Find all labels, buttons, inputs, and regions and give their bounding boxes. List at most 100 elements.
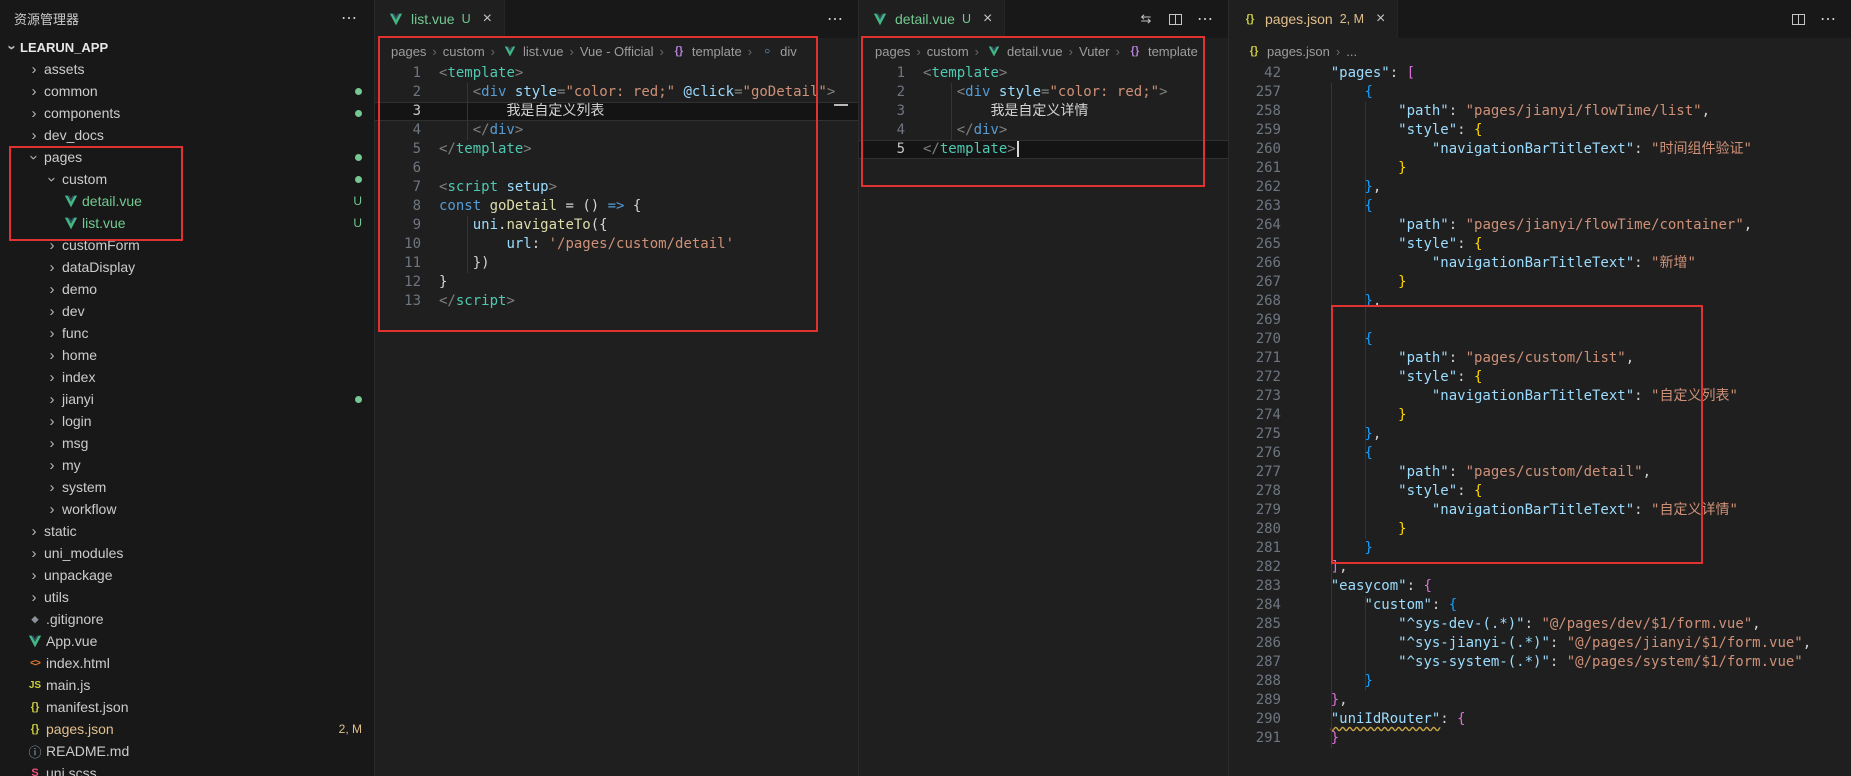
code-line-258[interactable]: 258 "path": "pages/jianyi/flowTime/list"…: [1229, 102, 1851, 121]
tree-item-manifest.json[interactable]: {}manifest.json: [0, 696, 374, 718]
code-line-264[interactable]: 264 "path": "pages/jianyi/flowTime/conta…: [1229, 216, 1851, 235]
code-line-260[interactable]: 260 "navigationBarTitleText": "时间组件验证": [1229, 140, 1851, 159]
code-line-271[interactable]: 271 "path": "pages/custom/list",: [1229, 349, 1851, 368]
project-root-row[interactable]: › LEARUN_APP: [0, 36, 374, 58]
breadcrumb-item-...[interactable]: ...: [1346, 44, 1357, 59]
breadcrumb-item-div[interactable]: ○div: [758, 43, 797, 59]
breadcrumb-item-detail.vue[interactable]: detail.vue: [985, 43, 1063, 59]
code-line-285[interactable]: 285 "^sys-dev-(.*)": "@/pages/dev/$1/for…: [1229, 615, 1851, 634]
tab-pages.json[interactable]: {}pages.json2, M×: [1229, 0, 1398, 38]
breadcrumb-item-Vuter[interactable]: Vuter: [1079, 44, 1110, 59]
code-line-11[interactable]: 11 }): [375, 254, 858, 273]
tree-item-dev[interactable]: ›dev: [0, 300, 374, 322]
tree-item-uni_modules[interactable]: ›uni_modules: [0, 542, 374, 564]
tree-item-static[interactable]: ›static: [0, 520, 374, 542]
compare-icon[interactable]: ⇆: [1137, 11, 1155, 27]
tree-item-App.vue[interactable]: App.vue: [0, 630, 374, 652]
split-icon[interactable]: [1792, 14, 1805, 25]
code-line-282[interactable]: 282 ],: [1229, 558, 1851, 577]
code-line-276[interactable]: 276 {: [1229, 444, 1851, 463]
code-line-5[interactable]: 5</template>: [859, 140, 1228, 159]
code-line-283[interactable]: 283 "easycom": {: [1229, 577, 1851, 596]
breadcrumb-item-pages[interactable]: pages: [875, 44, 910, 59]
code-line-267[interactable]: 267 }: [1229, 273, 1851, 292]
close-icon[interactable]: ×: [1376, 10, 1385, 28]
code-line-280[interactable]: 280 }: [1229, 520, 1851, 539]
code-line-9[interactable]: 9 uni.navigateTo({: [375, 216, 858, 235]
tree-item-index[interactable]: ›index: [0, 366, 374, 388]
code-line-289[interactable]: 289 },: [1229, 691, 1851, 710]
code-line-278[interactable]: 278 "style": {: [1229, 482, 1851, 501]
tree-item-.gitignore[interactable]: ◆.gitignore: [0, 608, 374, 630]
code-line-275[interactable]: 275 },: [1229, 425, 1851, 444]
breadcrumb-item-template[interactable]: {}template: [1126, 43, 1198, 59]
code-line-266[interactable]: 266 "navigationBarTitleText": "新增": [1229, 254, 1851, 273]
close-icon[interactable]: ×: [983, 10, 992, 28]
code-line-42[interactable]: 42 "pages": [: [1229, 64, 1851, 83]
code-line-274[interactable]: 274 }: [1229, 406, 1851, 425]
code-line-261[interactable]: 261 }: [1229, 159, 1851, 178]
code-line-277[interactable]: 277 "path": "pages/custom/detail",: [1229, 463, 1851, 482]
tree-item-uni.scss[interactable]: Suni.scss: [0, 762, 374, 776]
breadcrumb-item-custom[interactable]: custom: [927, 44, 969, 59]
breadcrumb-item-custom[interactable]: custom: [443, 44, 485, 59]
tree-item-main.js[interactable]: JSmain.js: [0, 674, 374, 696]
tree-item-pages.json[interactable]: {}pages.json2, M: [0, 718, 374, 740]
breadcrumb-item-list.vue[interactable]: list.vue: [501, 43, 563, 59]
breadcrumb-item-pages[interactable]: pages: [391, 44, 426, 59]
code-line-4[interactable]: 4 </div>: [859, 121, 1228, 140]
code-line-2[interactable]: 2 <div style="color: red;" @click="goDet…: [375, 83, 858, 102]
tree-item-list.vue[interactable]: list.vueU: [0, 212, 374, 234]
tree-item-index.html[interactable]: <>index.html: [0, 652, 374, 674]
code-area[interactable]: 1<template>2 <div style="color: red;" @c…: [375, 64, 858, 776]
tree-item-jianyi[interactable]: ›jianyi: [0, 388, 374, 410]
tree-item-dataDisplay[interactable]: ›dataDisplay: [0, 256, 374, 278]
code-line-279[interactable]: 279 "navigationBarTitleText": "自定义详情": [1229, 501, 1851, 520]
tree-item-README.md[interactable]: ⓘREADME.md: [0, 740, 374, 762]
code-line-6[interactable]: 6: [375, 159, 858, 178]
code-line-263[interactable]: 263 {: [1229, 197, 1851, 216]
tree-item-func[interactable]: ›func: [0, 322, 374, 344]
code-line-290[interactable]: 290 "uniIdRouter": {: [1229, 710, 1851, 729]
close-icon[interactable]: ×: [483, 10, 492, 28]
code-line-268[interactable]: 268 },: [1229, 292, 1851, 311]
breadcrumb-item-pages.json[interactable]: {}pages.json: [1245, 43, 1330, 59]
tab-detail.vue[interactable]: detail.vueU×: [859, 0, 1005, 38]
code-line-8[interactable]: 8const goDetail = () => {: [375, 197, 858, 216]
tree-item-detail.vue[interactable]: detail.vueU: [0, 190, 374, 212]
more-actions-icon[interactable]: ⋯: [340, 10, 358, 26]
tree-item-system[interactable]: ›system: [0, 476, 374, 498]
code-line-1[interactable]: 1<template>: [859, 64, 1228, 83]
tree-item-dev_docs[interactable]: ›dev_docs: [0, 124, 374, 146]
code-line-1[interactable]: 1<template>: [375, 64, 858, 83]
code-line-272[interactable]: 272 "style": {: [1229, 368, 1851, 387]
tree-item-my[interactable]: ›my: [0, 454, 374, 476]
tree-item-assets[interactable]: ›assets: [0, 58, 374, 80]
code-line-284[interactable]: 284 "custom": {: [1229, 596, 1851, 615]
tree-item-unpackage[interactable]: ›unpackage: [0, 564, 374, 586]
code-line-7[interactable]: 7<script setup>: [375, 178, 858, 197]
code-line-270[interactable]: 270 {: [1229, 330, 1851, 349]
code-line-12[interactable]: 12}: [375, 273, 858, 292]
code-line-287[interactable]: 287 "^sys-system-(.*)": "@/pages/system/…: [1229, 653, 1851, 672]
breadcrumb-item-template[interactable]: {}template: [670, 43, 742, 59]
code-area[interactable]: 1<template>2 <div style="color: red;">3 …: [859, 64, 1228, 776]
breadcrumb-item-Vue - Official[interactable]: Vue - Official: [580, 44, 654, 59]
tree-item-demo[interactable]: ›demo: [0, 278, 374, 300]
code-line-3[interactable]: 3 我是自定义详情: [859, 102, 1228, 121]
split-icon[interactable]: [1169, 14, 1182, 25]
code-line-262[interactable]: 262 },: [1229, 178, 1851, 197]
code-line-281[interactable]: 281 }: [1229, 539, 1851, 558]
code-line-291[interactable]: 291 }: [1229, 729, 1851, 748]
tree-item-common[interactable]: ›common: [0, 80, 374, 102]
code-line-10[interactable]: 10 url: '/pages/custom/detail': [375, 235, 858, 254]
more-icon[interactable]: ⋯: [1819, 11, 1837, 27]
code-area[interactable]: 42 "pages": [257 {258 "path": "pages/jia…: [1229, 64, 1851, 776]
code-line-3[interactable]: 3 我是自定义列表: [375, 102, 858, 121]
code-line-288[interactable]: 288 }: [1229, 672, 1851, 691]
code-line-265[interactable]: 265 "style": {: [1229, 235, 1851, 254]
tree-item-customForm[interactable]: ›customForm: [0, 234, 374, 256]
tree-item-login[interactable]: ›login: [0, 410, 374, 432]
tree-item-msg[interactable]: ›msg: [0, 432, 374, 454]
more-icon[interactable]: ⋯: [1196, 11, 1214, 27]
